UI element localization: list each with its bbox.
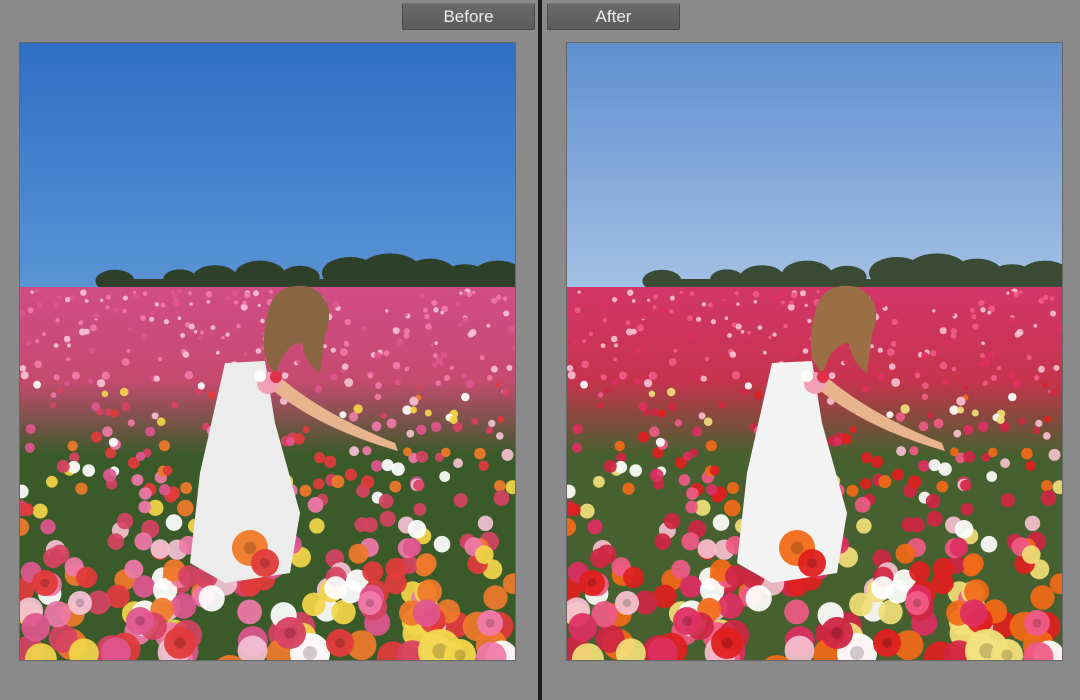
before-pane: Before: [0, 0, 538, 700]
before-photo: [20, 43, 515, 660]
before-photo-image: [20, 43, 515, 660]
before-label: Before: [402, 3, 535, 30]
after-photo-image: [567, 43, 1062, 660]
after-label: After: [547, 3, 680, 30]
after-pane: After: [542, 0, 1080, 700]
after-photo: [567, 43, 1062, 660]
sky: [567, 43, 1062, 289]
sky: [20, 43, 515, 289]
